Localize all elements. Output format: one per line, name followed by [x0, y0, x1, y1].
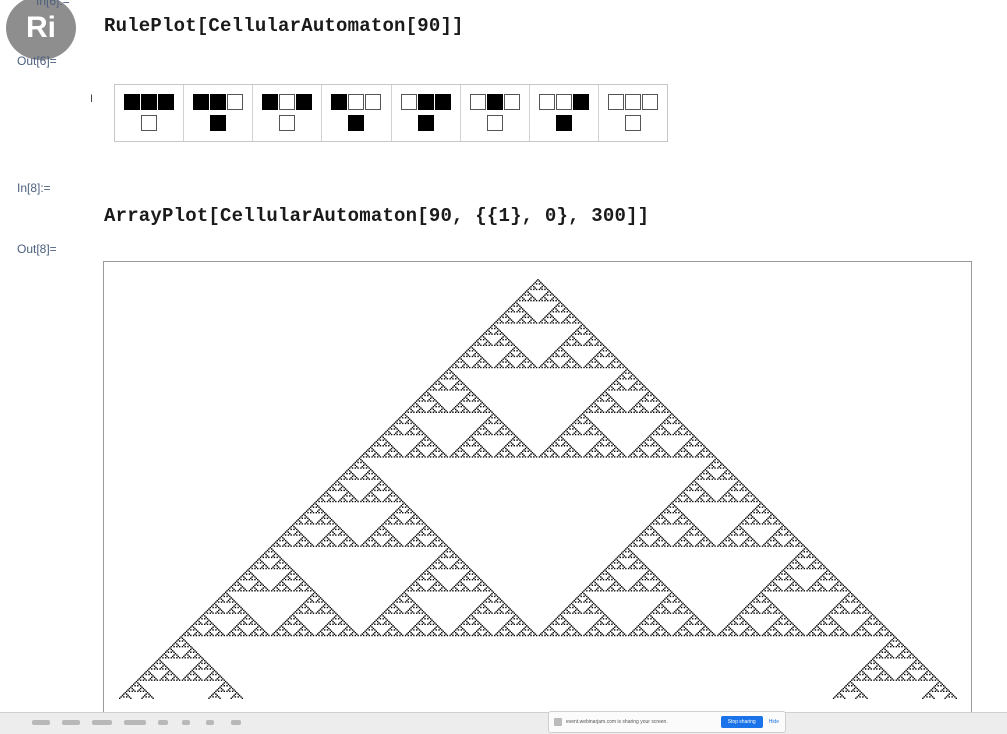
rule-cell [624, 94, 641, 110]
rule-cell [607, 94, 624, 110]
rule-case-3 [322, 85, 392, 141]
in-label-8: In[8]:= [17, 181, 51, 195]
rule-cell [279, 94, 296, 110]
out-label-6: Out[6]= [17, 54, 57, 68]
sierpinski-pattern [119, 279, 957, 699]
out-label-8: Out[8]= [17, 242, 57, 256]
taskbar-item[interactable] [92, 720, 112, 725]
rule-cell [210, 94, 227, 110]
rule-cell [158, 94, 175, 110]
rule-output-cell [210, 115, 227, 131]
taskbar-item[interactable] [206, 720, 214, 725]
taskbar-item[interactable] [124, 720, 146, 725]
rule-cell [331, 94, 348, 110]
taskbar-item[interactable] [32, 720, 50, 725]
rule-output-cell [624, 115, 641, 131]
rule-case-4 [392, 85, 461, 141]
presenter-avatar: Ri [6, 0, 76, 60]
input-cell-ruleplot[interactable]: RulePlot[CellularAutomaton[90]] [104, 15, 464, 37]
rule-output-cell [417, 115, 434, 131]
rule-cell [262, 94, 279, 110]
rule-cell [365, 94, 382, 110]
input-cell-arrayplot[interactable]: ArrayPlot[CellularAutomaton[90, {{1}, 0}… [104, 205, 649, 227]
screen-share-bar: event.webinarjam.com is sharing your scr… [548, 711, 786, 733]
rule-output-cell [279, 115, 296, 131]
rule-neighborhood [331, 94, 382, 110]
rule-output-cell [555, 115, 572, 131]
rule-case-6 [530, 85, 599, 141]
rule-cell [555, 94, 572, 110]
array-plot-output [103, 261, 972, 713]
rule-cell [417, 94, 434, 110]
presenter-initials: Ri [26, 11, 56, 44]
rule-neighborhood [538, 94, 589, 110]
rule-case-0 [115, 85, 185, 141]
rule-cell [469, 94, 486, 110]
rule-cell [572, 94, 589, 110]
rule-cell [641, 94, 658, 110]
rule-case-1 [184, 85, 254, 141]
taskbar [0, 712, 1007, 734]
stop-sharing-button[interactable]: Stop sharing [720, 716, 763, 728]
rule-neighborhood [124, 94, 175, 110]
rule-cell [503, 94, 520, 110]
rule-output-cell [348, 115, 365, 131]
rule-cell [486, 94, 503, 110]
in-label-6: In[6]:= [36, 0, 70, 8]
rule-cell [538, 94, 555, 110]
rule-cell [193, 94, 210, 110]
text-cursor-icon: I [90, 93, 94, 105]
rule-cell [227, 94, 244, 110]
rule-cell [434, 94, 451, 110]
rule-case-5 [461, 85, 530, 141]
rule-neighborhood [400, 94, 451, 110]
rule-cell [124, 94, 141, 110]
rule-output-cell [486, 115, 503, 131]
rule-cell [296, 94, 313, 110]
rule-neighborhood [262, 94, 313, 110]
rule-cell [400, 94, 417, 110]
taskbar-item[interactable] [182, 720, 190, 725]
rule-output-cell [141, 115, 158, 131]
rule-neighborhood [469, 94, 520, 110]
share-icon [554, 718, 562, 726]
rule-cell [141, 94, 158, 110]
rule-plot-output [114, 84, 668, 142]
automaton-cells [119, 279, 957, 699]
hide-share-bar-link[interactable]: Hide [769, 719, 779, 725]
taskbar-item[interactable] [62, 720, 80, 725]
rule-case-7 [599, 85, 667, 141]
taskbar-item[interactable] [231, 720, 241, 725]
rule-neighborhood [193, 94, 244, 110]
share-message: event.webinarjam.com is sharing your scr… [566, 719, 668, 725]
rule-neighborhood [607, 94, 658, 110]
rule-case-2 [253, 85, 323, 141]
taskbar-item[interactable] [158, 720, 168, 725]
rule-cell [348, 94, 365, 110]
